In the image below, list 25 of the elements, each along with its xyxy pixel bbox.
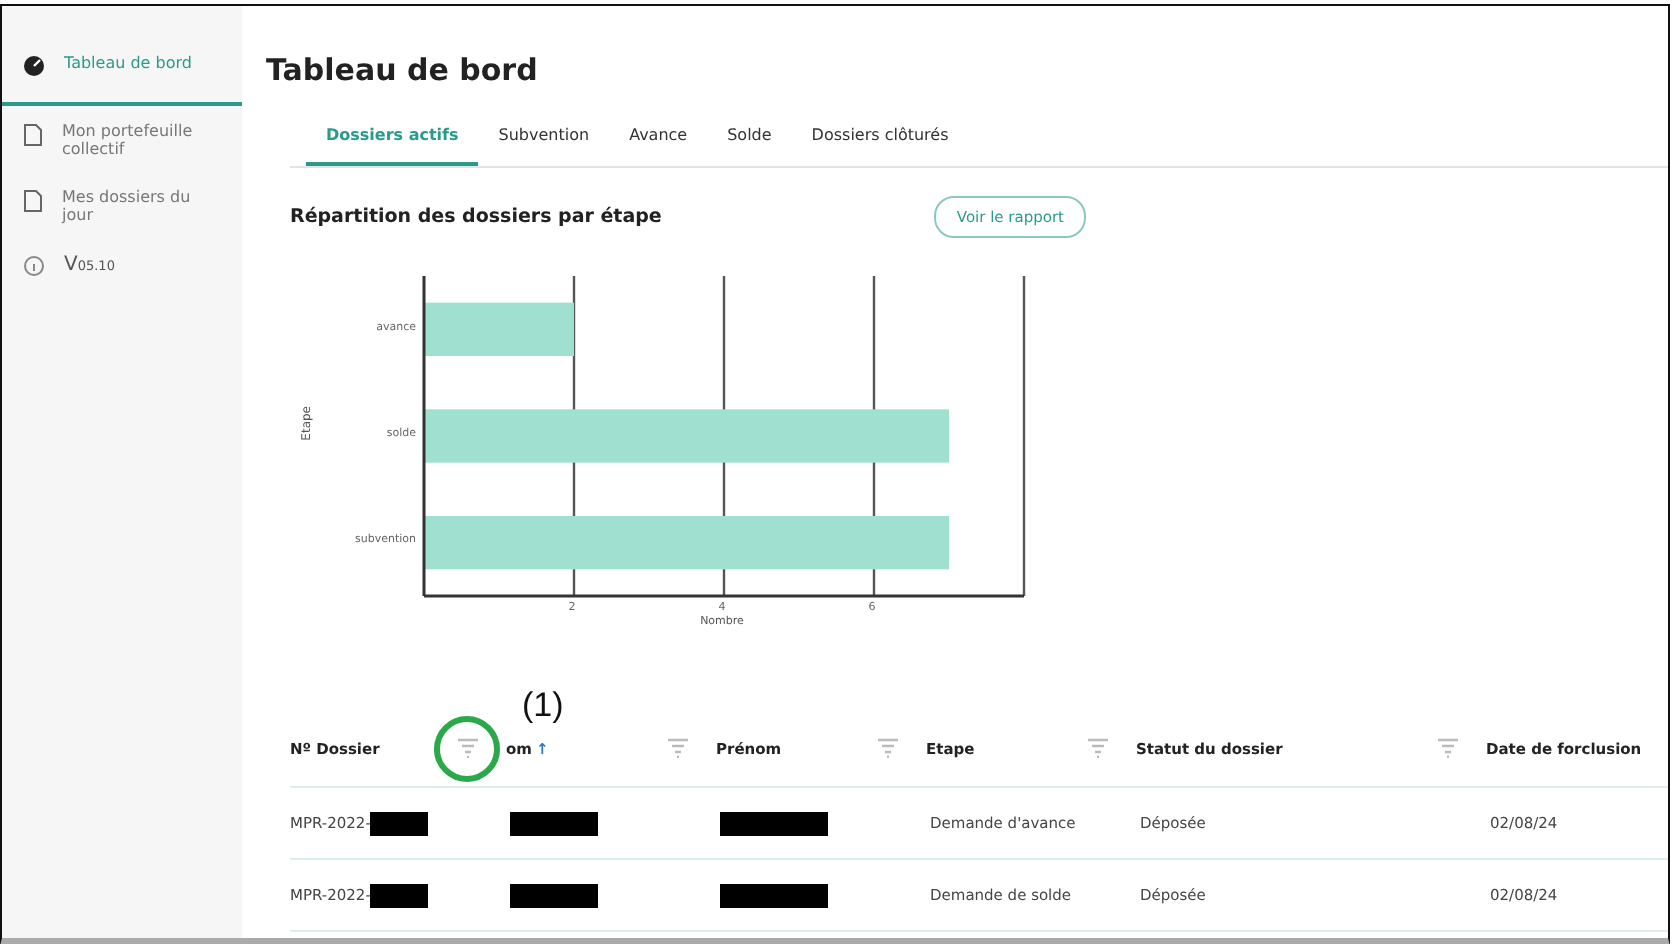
filter-icon[interactable] — [458, 738, 478, 758]
sidebar-item[interactable]: Mes dossiers du jour — [2, 188, 242, 254]
redaction-bar — [510, 883, 598, 907]
redaction-bar — [720, 811, 828, 835]
chart-title: Répartition des dossiers par étape — [290, 206, 662, 228]
filter-icon[interactable] — [1438, 738, 1458, 758]
tab[interactable]: Subvention — [478, 102, 610, 166]
redaction-bar — [370, 811, 429, 835]
tab[interactable]: Avance — [609, 102, 708, 166]
annotation-label: (1) — [522, 686, 564, 726]
page-title: Tableau de bord — [264, 50, 540, 92]
filter-icon[interactable] — [668, 738, 688, 758]
info-icon — [24, 256, 44, 276]
filter-icon[interactable] — [1088, 738, 1108, 758]
dashboard-icon — [24, 56, 44, 76]
redaction-bar — [370, 883, 429, 907]
tab[interactable]: Solde — [707, 102, 792, 166]
document-icon — [24, 190, 42, 212]
tab[interactable]: Dossiers clôturés — [791, 102, 969, 166]
redaction-bar — [720, 883, 828, 907]
document-icon — [24, 124, 42, 146]
sidebar-item[interactable]: Mon portefeuille collectif — [2, 122, 242, 188]
annotation-circle — [434, 716, 500, 782]
filter-icon[interactable] — [878, 738, 898, 758]
redaction-bar — [510, 811, 598, 835]
